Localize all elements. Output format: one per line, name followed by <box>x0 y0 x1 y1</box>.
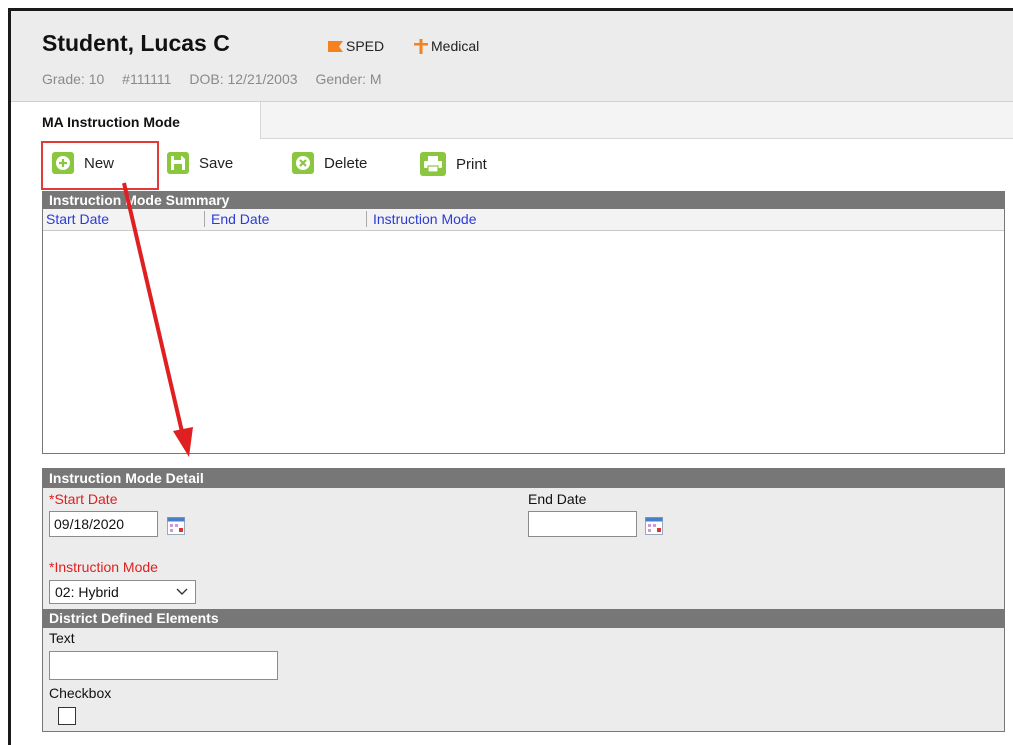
app-frame: Student, Lucas C SPED Medical Grade: 10 … <box>8 8 1013 745</box>
red-arrow-annotation <box>122 182 193 457</box>
